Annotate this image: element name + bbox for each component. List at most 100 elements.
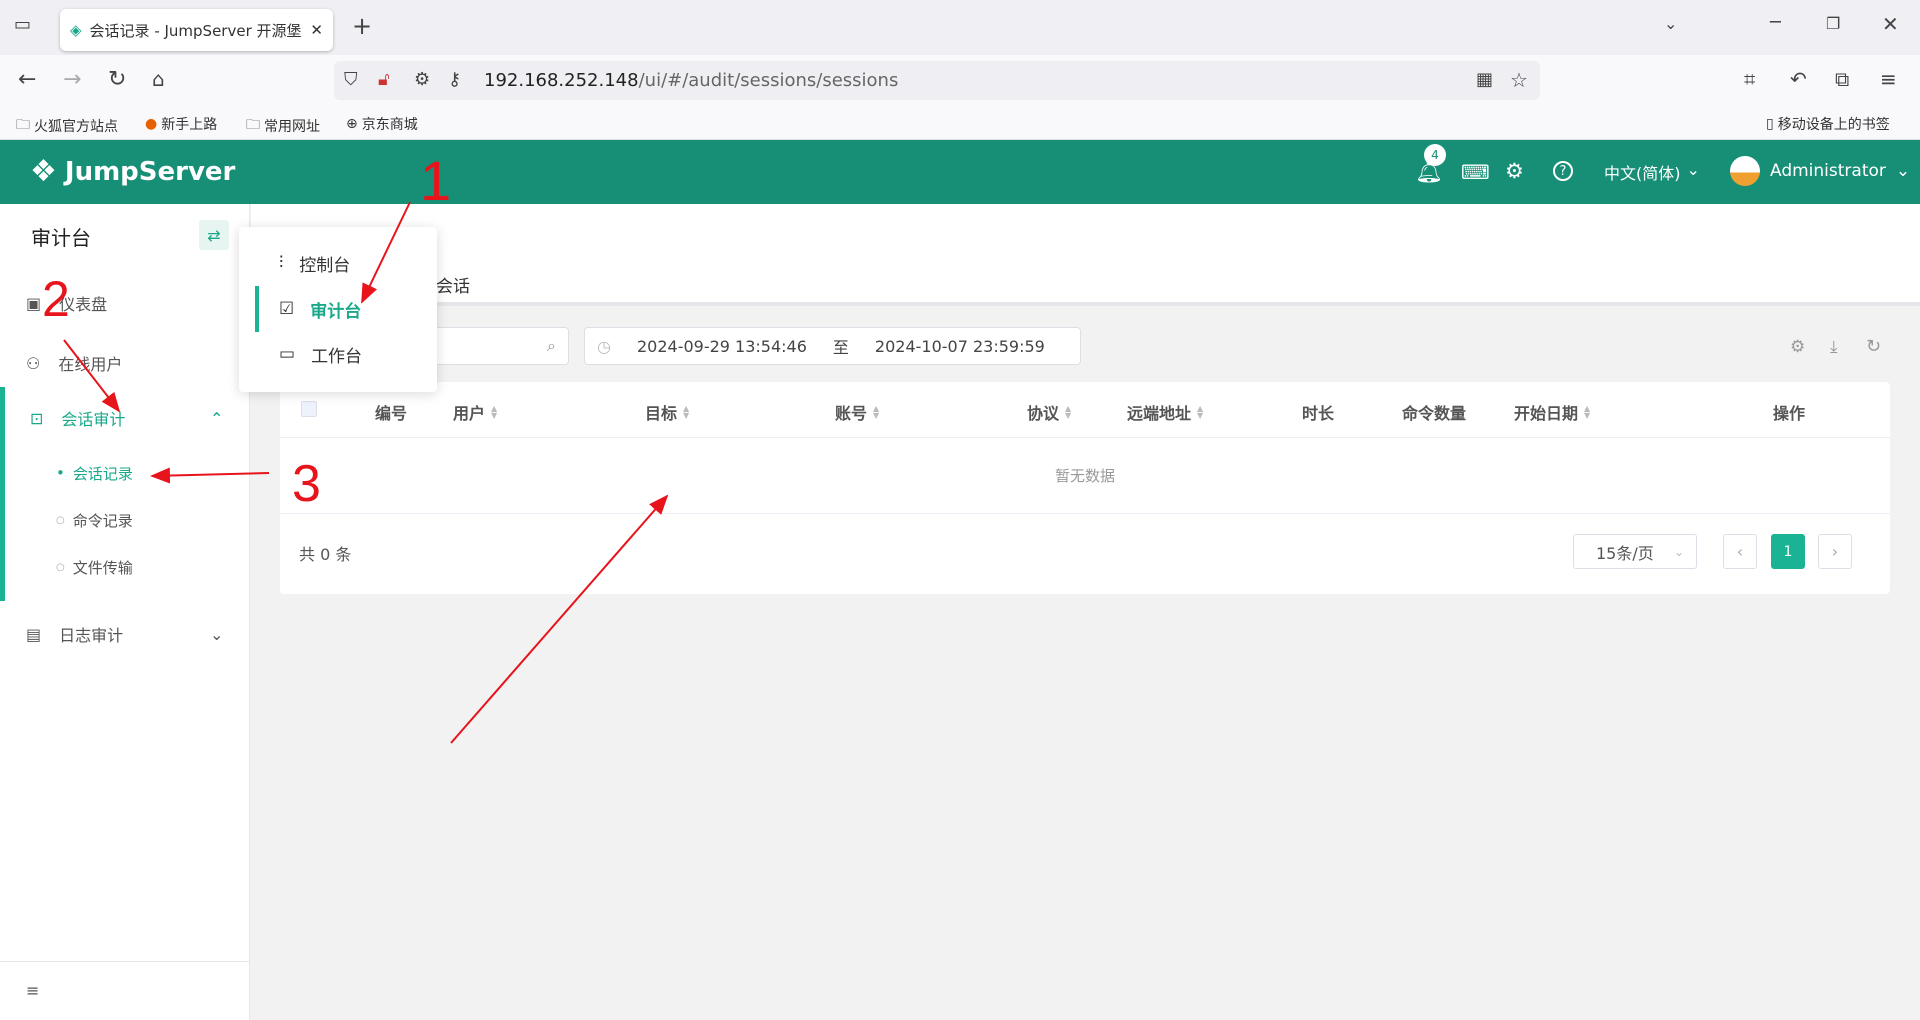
column-user[interactable]: 用户 ▲ ▼ — [453, 400, 497, 424]
shield-icon[interactable]: ⛉ — [344, 69, 358, 90]
mobile-icon: ▯ — [1766, 116, 1774, 132]
session-audit-icon: ⊡ — [30, 408, 44, 428]
collapse-sidebar-icon[interactable]: ≡ — [26, 981, 39, 1000]
chevron-down-icon: ⌄ — [1686, 160, 1700, 179]
sort-icon[interactable]: ▲ ▼ — [1197, 405, 1203, 420]
terminal-icon[interactable]: ⌨ — [1461, 160, 1490, 184]
sidebar-item-session-audit[interactable]: ⊡ 会话审计 ⌃ — [0, 401, 250, 435]
view-console[interactable]: ⫶ 控制台 — [239, 243, 437, 283]
switch-view-button[interactable]: ⇄ — [199, 220, 229, 250]
dot-icon: ○ — [56, 514, 65, 526]
prev-page-button[interactable]: ‹ — [1723, 534, 1757, 569]
language-selector[interactable]: 中文(简体) ⌄ — [1604, 160, 1700, 184]
page-size-select[interactable]: 15条/页 ⌄ — [1573, 534, 1697, 569]
sidebar-item-dashboard[interactable]: ▣ 仪表盘 — [0, 286, 250, 320]
new-tab-icon[interactable]: + — [352, 12, 372, 40]
tab-title: 会话记录 - JumpServer 开源堡 — [89, 21, 302, 40]
sidebar-item-session-records[interactable]: • 会话记录 — [0, 456, 250, 490]
key-icon[interactable]: ⚷ — [448, 69, 461, 90]
minimize-icon[interactable]: ─ — [1770, 12, 1781, 33]
logo[interactable]: ❖ JumpServer — [30, 154, 235, 189]
jumpserver-logo-icon: ❖ — [30, 154, 57, 189]
firefox-icon: ● — [145, 116, 158, 132]
app-header: ❖ JumpServer 🔔︎ 4 ⌨ ⚙ ? 中文(简体) ⌄ Administ… — [0, 140, 1920, 204]
sort-icon[interactable]: ▲ ▼ — [683, 405, 689, 420]
sort-icon[interactable]: ▲ ▼ — [873, 405, 879, 420]
page-1-button[interactable]: 1 — [1771, 534, 1805, 569]
column-label: 用户 — [453, 404, 486, 423]
back-icon[interactable]: ← — [18, 67, 36, 92]
column-protocol[interactable]: 协议 ▲ ▼ — [1027, 400, 1071, 424]
jumpserver-favicon-icon: ◈ — [70, 21, 82, 39]
date-range-picker[interactable]: ◷ 2024-09-29 13:54:46 至 2024-10-07 23:59… — [584, 327, 1081, 365]
clipboard-check-icon: ☑ — [279, 299, 295, 319]
help-icon[interactable]: ? — [1553, 161, 1573, 181]
reload-icon[interactable]: ↻ — [108, 67, 126, 92]
table-header: 编号 用户 ▲ ▼ 目标 ▲ ▼ 账号 ▲ ▼ 协议 ▲ ▼ 远端地址 ▲ ▼ 时长 命令数量 开始… — [280, 382, 1890, 438]
language-label: 中文(简体) — [1604, 164, 1681, 183]
view-workbench[interactable]: ▭ 工作台 — [239, 334, 437, 374]
bookmark-label: 新手上路 — [161, 117, 218, 133]
date-end[interactable]: 2024-10-07 23:59:59 — [875, 337, 1045, 356]
column-label: 远端地址 — [1127, 404, 1192, 423]
sidebar-item-label: 仪表盘 — [59, 295, 108, 314]
column-duration: 时长 — [1302, 400, 1334, 424]
sort-icon[interactable]: ▲ ▼ — [491, 405, 497, 420]
folder-icon: 🗀 — [246, 117, 260, 133]
user-menu[interactable]: Administrator ⌄ — [1730, 156, 1910, 186]
qr-code-icon[interactable]: ▦ — [1476, 69, 1493, 90]
download-icon[interactable]: ⤓ — [1830, 337, 1838, 357]
gear-icon[interactable]: ⚙ — [1505, 159, 1524, 183]
view-label: 控制台 — [299, 255, 351, 276]
forward-icon[interactable]: → — [63, 67, 81, 92]
view-audit[interactable]: ☑ 审计台 — [239, 286, 437, 332]
bookmarks-bar: 🗀 火狐官方站点 ● 新手上路 🗀 常用网址 ⊕ 京东商城 ▯ 移动设备上的书签 — [0, 108, 1920, 140]
restore-icon[interactable]: ❐ — [1826, 14, 1840, 33]
sort-icon[interactable]: ▲ ▼ — [1584, 405, 1590, 420]
sidebar-item-command-records[interactable]: ○ 命令记录 — [0, 503, 250, 537]
chevron-down-icon: ⌄ — [210, 624, 224, 644]
empty-text: 暂无数据 — [1054, 467, 1115, 485]
date-start[interactable]: 2024-09-29 13:54:46 — [637, 337, 807, 356]
chevron-down-icon[interactable]: ⌄ — [1664, 14, 1677, 33]
select-all-checkbox[interactable] — [301, 401, 317, 417]
close-window-icon[interactable]: ✕ — [1882, 12, 1899, 36]
browser-tab[interactable]: ◈ 会话记录 - JumpServer 开源堡 ✕ — [60, 9, 333, 51]
next-page-button[interactable]: › — [1818, 534, 1852, 569]
column-account[interactable]: 账号 ▲ ▼ — [835, 400, 879, 424]
bookmark-firefox-official[interactable]: 🗀 火狐官方站点 — [16, 114, 118, 138]
log-audit-icon: ▤ — [26, 624, 42, 644]
column-start-date[interactable]: 开始日期 ▲ ▼ — [1514, 400, 1590, 424]
sidebar-item-file-transfer[interactable]: ○ 文件传输 — [0, 550, 250, 584]
refresh-icon[interactable]: ↻ — [1866, 336, 1881, 357]
users-icon: ⚇ — [26, 353, 41, 373]
bookmark-getting-started[interactable]: ● 新手上路 — [145, 114, 217, 134]
close-tab-icon[interactable]: ✕ — [310, 21, 323, 39]
star-icon[interactable]: ☆ — [1510, 68, 1528, 92]
url-bar[interactable]: ⛉ 🔓︎ ⚙ ⚷ 192.168.252.148/ui/#/audit/sess… — [334, 61, 1540, 100]
crop-icon[interactable]: ⌗ — [1744, 67, 1755, 91]
insecure-lock-icon[interactable]: 🔓︎ — [378, 69, 390, 90]
table-settings-icon[interactable]: ⚙ — [1790, 337, 1805, 357]
column-label: 目标 — [645, 404, 678, 423]
permissions-icon[interactable]: ⚙ — [414, 69, 430, 90]
column-target[interactable]: 目标 ▲ ▼ — [645, 400, 689, 424]
empty-row: 暂无数据 — [280, 438, 1890, 514]
home-icon[interactable]: ⌂ — [152, 67, 165, 91]
sidebar-item-label: 命令记录 — [72, 511, 133, 530]
menu-icon[interactable]: ≡ — [1880, 67, 1897, 91]
column-remote-addr[interactable]: 远端地址 ▲ ▼ — [1127, 400, 1203, 424]
bookmark-mobile[interactable]: ▯ 移动设备上的书签 — [1766, 114, 1890, 134]
bookmark-common-sites[interactable]: 🗀 常用网址 — [246, 114, 320, 138]
sidebar-item-log-audit[interactable]: ▤ 日志审计 ⌄ — [0, 617, 250, 651]
column-label: 操作 — [1773, 404, 1806, 423]
tab-sessions[interactable]: 会话 — [436, 272, 470, 297]
dashboard-icon: ▣ — [26, 293, 42, 313]
bookmark-jd[interactable]: ⊕ 京东商城 — [346, 114, 418, 134]
extensions-icon[interactable]: ⧉ — [1835, 67, 1849, 91]
sidebar-item-online-users[interactable]: ⚇ 在线用户 — [0, 346, 250, 380]
undo-icon[interactable]: ↶ — [1790, 67, 1807, 91]
divider — [0, 961, 250, 962]
sort-icon[interactable]: ▲ ▼ — [1065, 405, 1071, 420]
tab-list-icon[interactable]: ▭ — [14, 14, 31, 35]
